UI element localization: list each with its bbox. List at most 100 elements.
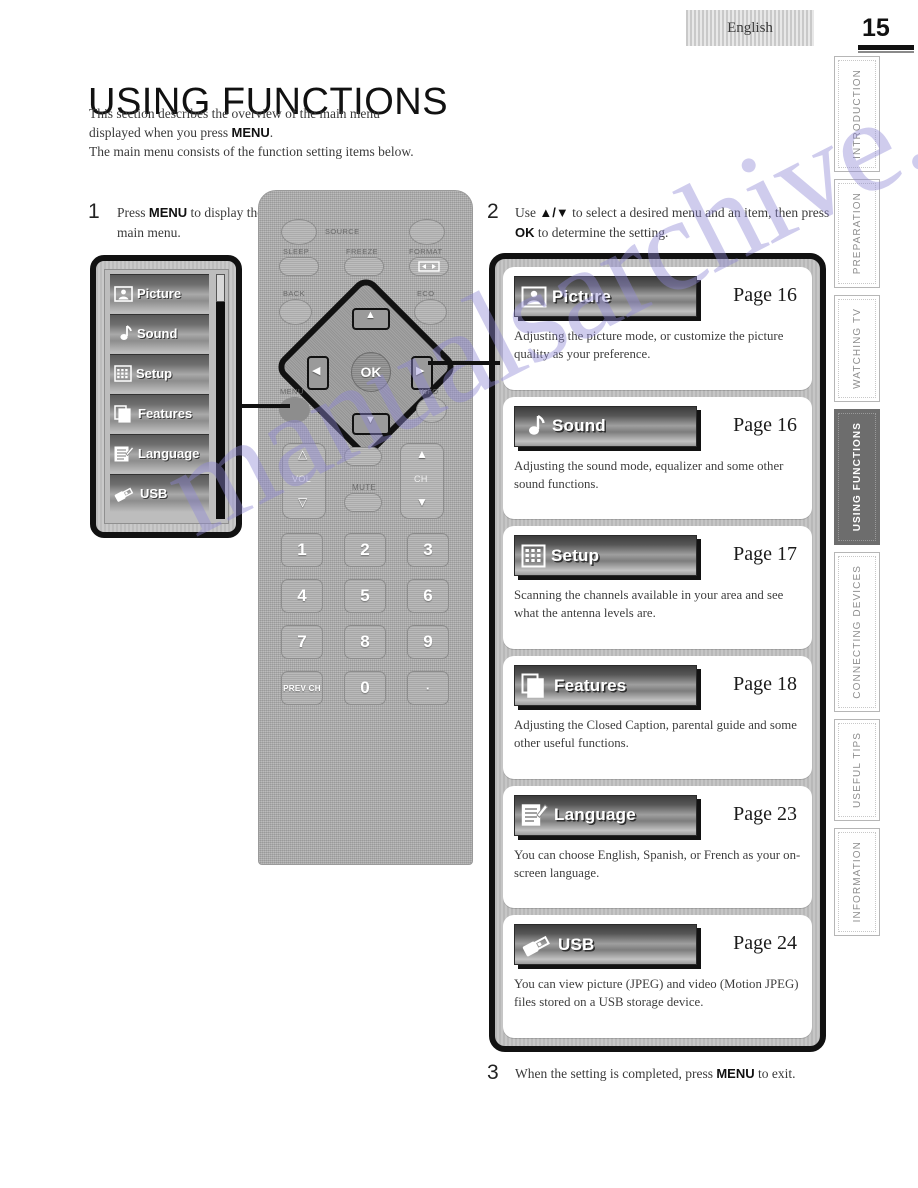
keypad-button-2[interactable]: 2: [344, 533, 386, 567]
step-2-ok-keyword: OK: [515, 225, 535, 240]
freeze-button[interactable]: [344, 257, 384, 276]
sidebar-item-watching-tv[interactable]: WATCHING TV: [834, 294, 880, 403]
menu-button[interactable]: [279, 397, 310, 423]
back-button[interactable]: [279, 299, 312, 325]
language-icon: [521, 804, 549, 826]
osd-item-language[interactable]: Language: [110, 434, 209, 472]
scrollbar-track[interactable]: [216, 274, 225, 519]
sidebar-item-label: INTRODUCTION: [851, 69, 863, 160]
step-3-menu-keyword: MENU: [716, 1066, 755, 1081]
keypad-button-dot[interactable]: ·: [407, 671, 449, 705]
osd-item-label: Features: [138, 406, 193, 421]
intro-line-2a: displayed when you press: [89, 125, 232, 140]
keypad-button-8[interactable]: 8: [344, 625, 386, 659]
eco-button[interactable]: [414, 299, 447, 325]
osd-main-menu-panel: Picture Sound Setup Features Language US…: [90, 255, 242, 538]
mute-button[interactable]: [344, 493, 382, 512]
intro-line-2c: .: [269, 125, 274, 140]
sidebar-item-label: PREPARATION: [851, 192, 863, 275]
language-tab: English: [686, 10, 814, 46]
menu-card-usb[interactable]: USB Page 24 You can view picture (JPEG) …: [503, 915, 812, 1039]
keypad-button-7[interactable]: 7: [281, 625, 323, 659]
sidebar-item-information[interactable]: INFORMATION: [834, 828, 880, 936]
keypad-button-0[interactable]: 0: [344, 671, 386, 705]
channel-down-icon: ▼: [416, 495, 428, 509]
menu-bar-usb: USB: [514, 924, 697, 966]
sidebar-item-introduction[interactable]: INTRODUCTION: [834, 56, 880, 173]
menu-card-setup[interactable]: Setup Page 17 Scanning the channels avai…: [503, 526, 812, 650]
osd-item-picture[interactable]: Picture: [110, 274, 209, 312]
keypad-button-1[interactable]: 1: [281, 533, 323, 567]
keypad-button-4[interactable]: 4: [281, 579, 323, 613]
osd-item-label: Setup: [136, 366, 173, 381]
sidebar-item-using-functions[interactable]: USING FUNCTIONS: [834, 409, 880, 545]
ok-button[interactable]: OK: [351, 352, 391, 392]
sidebar-item-label: WATCHING TV: [851, 308, 863, 389]
picture-icon: [114, 285, 133, 302]
language-tab-label: English: [727, 19, 773, 36]
keypad-button-6[interactable]: 6: [407, 579, 449, 613]
menu-card-language[interactable]: Language Page 23 You can choose English,…: [503, 785, 812, 909]
sidebar-item-connecting-devices[interactable]: CONNECTING DEVICES: [834, 551, 880, 712]
osd-item-features[interactable]: Features: [110, 394, 209, 432]
keypad-button-5[interactable]: 5: [344, 579, 386, 613]
step-3-text-c: to exit.: [754, 1066, 796, 1081]
menu-card-header: Features Page 18: [514, 665, 801, 707]
vol-label: VOL: [292, 474, 312, 484]
menu-bar-label: Sound: [552, 416, 606, 436]
sidebar-item-preparation[interactable]: PREPARATION: [834, 179, 880, 288]
step-3-text: When the setting is completed, press MEN…: [515, 1064, 855, 1084]
step-2-text: Use ▲/▼ to select a desired menu and an …: [515, 203, 835, 243]
osd-item-label: Picture: [137, 286, 182, 301]
menu-card-description: You can choose English, Spanish, or Fren…: [514, 847, 801, 880]
scrollbar-thumb[interactable]: [216, 274, 225, 302]
arrow-left-icon: ◀: [312, 365, 321, 377]
freeze-label: FREEZE: [346, 247, 378, 256]
usb-icon: [114, 487, 134, 502]
step-2-number: 2: [487, 200, 499, 223]
setup-icon: [521, 544, 546, 568]
page-reference: Page 16: [733, 413, 797, 436]
menu-bar-language: Language: [514, 794, 697, 836]
keypad-button-prev-ch[interactable]: PREV CH: [281, 671, 323, 705]
menu-bar-label: Features: [554, 675, 627, 695]
osd-item-usb[interactable]: USB: [110, 474, 209, 512]
info-button[interactable]: [416, 397, 447, 423]
menu-card-features[interactable]: Features Page 18 Adjusting the Closed Ca…: [503, 656, 812, 779]
sidebar-item-label: INFORMATION: [851, 841, 863, 923]
keypad-button-9[interactable]: 9: [407, 625, 449, 659]
sleep-button[interactable]: [279, 257, 319, 276]
sap-button[interactable]: [344, 447, 382, 466]
menu-card-header: Language Page 23: [514, 794, 801, 836]
step-1-number: 1: [88, 200, 100, 223]
sound-icon: [529, 415, 545, 435]
intro-paragraph: This section describes the overview of t…: [89, 104, 509, 161]
menu-card-description: Adjusting the picture mode, or customize…: [514, 329, 784, 361]
osd-item-label: Sound: [137, 326, 178, 341]
info-label: INFO: [419, 387, 439, 396]
mute-label: MUTE: [352, 483, 377, 492]
osd-item-setup[interactable]: Setup: [110, 354, 209, 392]
sidebar-item-label: CONNECTING DEVICES: [851, 564, 863, 699]
keypad-button-3[interactable]: 3: [407, 533, 449, 567]
page-reference: Page 17: [733, 543, 797, 566]
sleep-label: SLEEP: [283, 247, 310, 256]
power-button[interactable]: [281, 219, 317, 245]
menu-card-picture[interactable]: Picture Page 16 Adjusting the picture mo…: [503, 267, 812, 390]
menu-card-header: Sound Page 16: [514, 405, 801, 447]
sidebar-item-useful-tips[interactable]: USEFUL TIPS: [834, 718, 880, 822]
page-number-rule: [858, 45, 914, 50]
step-3-number: 3: [487, 1061, 499, 1084]
menu-label: MENU: [280, 387, 304, 396]
step-1-text-a: Press: [117, 205, 149, 220]
menu-bar-picture: Picture: [514, 276, 697, 317]
menu-card-header: Setup Page 17: [514, 535, 801, 577]
callout-line-menu: [236, 404, 290, 408]
step-2-text-b: to select a desired menu and an item, th…: [568, 205, 830, 220]
osd-item-sound[interactable]: Sound: [110, 314, 209, 352]
menu-bar-label: USB: [558, 934, 595, 954]
menu-card-sound[interactable]: Sound Page 16 Adjusting the sound mode, …: [503, 396, 812, 520]
back-label: BACK: [283, 289, 306, 298]
menu-card-description: Scanning the channels available in your …: [514, 588, 784, 621]
source-button[interactable]: [409, 219, 445, 245]
